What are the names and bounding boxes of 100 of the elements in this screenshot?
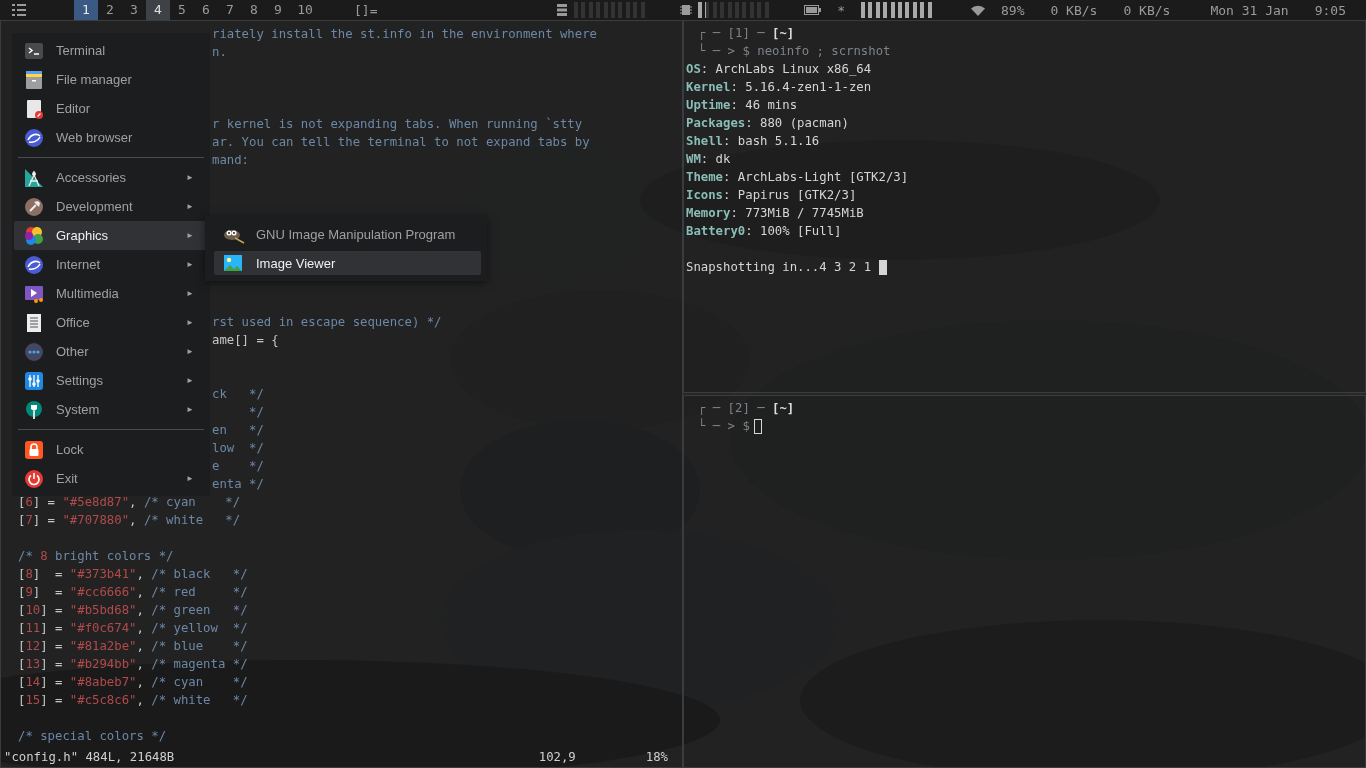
- terminal-icon: [24, 40, 44, 61]
- terminal-line: Kernel: 5.16.4-zen1-1-zen: [686, 79, 872, 96]
- code-line: r kernel is not expanding tabs. When running `stty: [212, 116, 583, 133]
- code-line: mand:: [212, 152, 250, 169]
- submenu-arrow-icon: ►: [186, 231, 194, 240]
- storage-icon: [556, 4, 569, 16]
- terminal-line: WM: dk: [686, 151, 731, 168]
- hammer-icon: [24, 196, 44, 217]
- wifi-strength: 89%: [1001, 2, 1025, 18]
- terminal-line: ┌ ─ [1] ─ [~]: [698, 25, 795, 42]
- code-line: */: [248, 404, 264, 421]
- terminal-line: └ ─ > $ neoinfo ; scrnshot: [698, 42, 891, 60]
- globe-icon: [24, 127, 44, 148]
- document-icon: [24, 312, 44, 333]
- menu-item[interactable]: Settings ►: [14, 366, 208, 395]
- terminal-line: Packages: 880 (pacman): [686, 115, 849, 132]
- workspace-button[interactable]: 5: [170, 0, 194, 20]
- code-line: [11] = "#f0c674", /* yellow */: [18, 620, 248, 637]
- menu-icon[interactable]: [12, 4, 26, 16]
- document-icon: [24, 98, 44, 119]
- scroll-percent: 18%: [645, 750, 668, 764]
- workspace-button[interactable]: 4: [146, 0, 170, 20]
- terminal-line: Icons: Papirus [GTK2/3]: [686, 187, 857, 204]
- code-line: enta */: [212, 476, 264, 493]
- submenu-arrow-icon: ►: [186, 347, 194, 356]
- submenu-arrow-icon: ►: [186, 289, 194, 298]
- menu-item[interactable]: Image Viewer: [214, 251, 481, 275]
- submenu-arrow-icon: ►: [186, 376, 194, 385]
- globe-icon: [24, 254, 44, 275]
- code-line: ck */: [212, 386, 264, 403]
- submenu-arrow-icon: ►: [186, 260, 194, 269]
- menu-item[interactable]: System ►: [14, 395, 208, 424]
- clock: 9:05: [1314, 2, 1346, 18]
- terminal-line: ┌ ─ [2] ─ [~]: [698, 400, 795, 417]
- wifi-icon: [971, 4, 985, 16]
- battery-status: *: [837, 2, 845, 18]
- terminal-line: Shell: bash 5.1.16: [686, 133, 820, 150]
- terminal-line: Battery0: 100% [Full]: [686, 223, 842, 240]
- landscape-icon: [223, 253, 243, 273]
- code-line: [13] = "#b294bb", /* magenta */: [18, 656, 248, 673]
- film-icon: [24, 283, 44, 304]
- terminal-line: Uptime: 46 mins: [686, 97, 798, 114]
- submenu-arrow-icon: ►: [186, 173, 194, 182]
- sliders-icon: [24, 370, 44, 391]
- cursor-position: 102,9: [538, 750, 576, 764]
- menu-item[interactable]: Graphics ►: [14, 221, 208, 250]
- dots-icon: [24, 341, 44, 362]
- code-line: low */: [212, 440, 264, 457]
- chip-icon: [680, 4, 693, 16]
- code-line: en */: [212, 422, 264, 439]
- terminal-line: OS: ArchLabs Linux x86_64: [686, 61, 872, 78]
- code-line: [15] = "#c5c8c6", /* white */: [18, 692, 248, 709]
- menu-item[interactable]: Terminal: [14, 36, 208, 65]
- workspace-button[interactable]: 6: [194, 0, 218, 20]
- menu-item[interactable]: Exit ►: [14, 464, 208, 493]
- layout-indicator: []=: [354, 2, 378, 18]
- submenu-arrow-icon: ►: [186, 405, 194, 414]
- menu-item[interactable]: Accessories ►: [14, 163, 208, 192]
- workspace-button[interactable]: 2: [98, 0, 122, 20]
- workspace-button[interactable]: 7: [218, 0, 242, 20]
- code-line: [14] = "#8abeb7", /* cyan */: [18, 674, 248, 691]
- code-line: [7] = "#707880", /* white */: [18, 512, 241, 529]
- menu-item[interactable]: File manager: [14, 65, 208, 94]
- terminal-line: Snapshotting in...4 3 2 1: [686, 259, 872, 276]
- workspace-button[interactable]: 3: [122, 0, 146, 20]
- code-line: riately install the st.info in the environment where: [212, 26, 597, 43]
- menu-item[interactable]: Other ►: [14, 337, 208, 366]
- date: Mon 31 Jan: [1210, 2, 1289, 18]
- menu-item[interactable]: Web browser: [14, 123, 208, 152]
- power-icon: [24, 468, 44, 489]
- terminal-line: Memory: 773MiB / 7745MiB: [686, 205, 864, 222]
- code-line: /* 8 bright colors */: [18, 548, 174, 565]
- compass-icon: [24, 167, 44, 188]
- folder-icon: [24, 69, 44, 90]
- code-line: e */: [212, 458, 264, 475]
- menu-item[interactable]: Multimedia ►: [14, 279, 208, 308]
- workspace-button[interactable]: 1: [74, 0, 98, 20]
- submenu-arrow-icon: ►: [186, 474, 194, 483]
- download-rate: 0 KB/s: [1050, 2, 1098, 18]
- submenu-arrow-icon: ►: [186, 202, 194, 211]
- terminal-line: └ ─ > $: [698, 417, 750, 435]
- terminal-line: Theme: ArchLabs-Light [GTK2/3]: [686, 169, 909, 186]
- code-line: [12] = "#81a2be", /* blue */: [18, 638, 248, 655]
- menu-item[interactable]: GNU Image Manipulation Program: [214, 222, 481, 246]
- workspace-button[interactable]: 10: [290, 0, 320, 20]
- code-line: ame[] = {: [212, 332, 279, 349]
- menu-item[interactable]: Editor: [14, 94, 208, 123]
- workspace-button[interactable]: 8: [242, 0, 266, 20]
- code-line: rst used in escape sequence) */: [212, 314, 442, 331]
- workspace-button[interactable]: 9: [266, 0, 290, 20]
- flower-icon: [24, 225, 44, 246]
- menu-item[interactable]: Lock: [14, 435, 208, 464]
- code-line: [10] = "#b5bd68", /* green */: [18, 602, 248, 619]
- code-line: ar. You can tell the terminal to not expand tabs by: [212, 134, 590, 151]
- menu-item[interactable]: Development ►: [14, 192, 208, 221]
- code-line: /* special colors */: [18, 728, 167, 745]
- file-info: "config.h" 484L, 21648B: [4, 750, 175, 764]
- battery-icon: [804, 5, 822, 15]
- menu-item[interactable]: Office ►: [14, 308, 208, 337]
- submenu-arrow-icon: ►: [186, 318, 194, 327]
